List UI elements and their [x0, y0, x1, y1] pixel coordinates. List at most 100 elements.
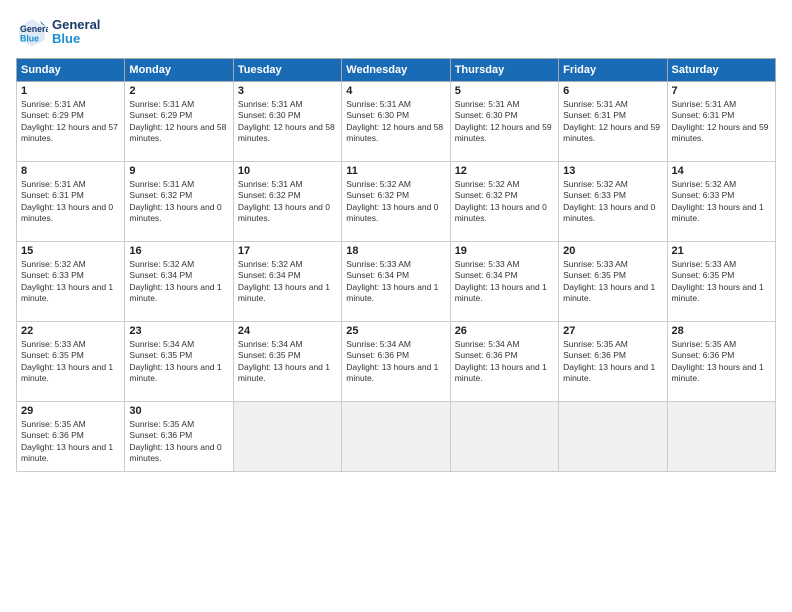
day-number: 14 — [672, 165, 771, 177]
day-info: Sunrise: 5:34 AMSunset: 6:35 PMDaylight:… — [238, 339, 337, 385]
svg-text:General: General — [20, 24, 48, 34]
day-info: Sunrise: 5:32 AMSunset: 6:34 PMDaylight:… — [129, 259, 228, 305]
calendar-cell: 23 Sunrise: 5:34 AMSunset: 6:35 PMDaylig… — [125, 322, 233, 402]
day-info: Sunrise: 5:32 AMSunset: 6:32 PMDaylight:… — [346, 179, 445, 225]
day-info: Sunrise: 5:31 AMSunset: 6:31 PMDaylight:… — [563, 99, 662, 145]
calendar-cell: 25 Sunrise: 5:34 AMSunset: 6:36 PMDaylig… — [342, 322, 450, 402]
day-number: 13 — [563, 165, 662, 177]
calendar-cell: 30 Sunrise: 5:35 AMSunset: 6:36 PMDaylig… — [125, 402, 233, 472]
calendar-cell: 22 Sunrise: 5:33 AMSunset: 6:35 PMDaylig… — [17, 322, 125, 402]
day-info: Sunrise: 5:33 AMSunset: 6:35 PMDaylight:… — [563, 259, 662, 305]
calendar-cell: 6 Sunrise: 5:31 AMSunset: 6:31 PMDayligh… — [559, 82, 667, 162]
day-number: 22 — [21, 325, 120, 337]
calendar-cell — [233, 402, 341, 472]
calendar-cell: 24 Sunrise: 5:34 AMSunset: 6:35 PMDaylig… — [233, 322, 341, 402]
calendar-cell: 26 Sunrise: 5:34 AMSunset: 6:36 PMDaylig… — [450, 322, 558, 402]
page: General Blue General Blue SundayMondayTu… — [0, 0, 792, 612]
day-number: 29 — [21, 405, 120, 417]
calendar-cell: 16 Sunrise: 5:32 AMSunset: 6:34 PMDaylig… — [125, 242, 233, 322]
day-info: Sunrise: 5:31 AMSunset: 6:32 PMDaylight:… — [238, 179, 337, 225]
day-number: 18 — [346, 245, 445, 257]
day-info: Sunrise: 5:31 AMSunset: 6:32 PMDaylight:… — [129, 179, 228, 225]
day-info: Sunrise: 5:34 AMSunset: 6:36 PMDaylight:… — [346, 339, 445, 385]
day-info: Sunrise: 5:32 AMSunset: 6:34 PMDaylight:… — [238, 259, 337, 305]
calendar-cell: 27 Sunrise: 5:35 AMSunset: 6:36 PMDaylig… — [559, 322, 667, 402]
day-number: 10 — [238, 165, 337, 177]
day-number: 11 — [346, 165, 445, 177]
calendar-cell: 10 Sunrise: 5:31 AMSunset: 6:32 PMDaylig… — [233, 162, 341, 242]
calendar-cell: 17 Sunrise: 5:32 AMSunset: 6:34 PMDaylig… — [233, 242, 341, 322]
calendar-cell: 13 Sunrise: 5:32 AMSunset: 6:33 PMDaylig… — [559, 162, 667, 242]
logo-line2: Blue — [52, 32, 100, 46]
logo: General Blue General Blue — [16, 16, 100, 48]
day-number: 4 — [346, 85, 445, 97]
day-info: Sunrise: 5:31 AMSunset: 6:30 PMDaylight:… — [238, 99, 337, 145]
calendar-cell: 20 Sunrise: 5:33 AMSunset: 6:35 PMDaylig… — [559, 242, 667, 322]
calendar-cell: 11 Sunrise: 5:32 AMSunset: 6:32 PMDaylig… — [342, 162, 450, 242]
calendar-header-wednesday: Wednesday — [342, 59, 450, 82]
day-number: 19 — [455, 245, 554, 257]
day-number: 21 — [672, 245, 771, 257]
day-info: Sunrise: 5:32 AMSunset: 6:33 PMDaylight:… — [21, 259, 120, 305]
calendar-header-saturday: Saturday — [667, 59, 775, 82]
day-number: 17 — [238, 245, 337, 257]
day-number: 9 — [129, 165, 228, 177]
day-info: Sunrise: 5:32 AMSunset: 6:33 PMDaylight:… — [672, 179, 771, 225]
calendar-cell: 5 Sunrise: 5:31 AMSunset: 6:30 PMDayligh… — [450, 82, 558, 162]
day-number: 23 — [129, 325, 228, 337]
calendar-cell: 21 Sunrise: 5:33 AMSunset: 6:35 PMDaylig… — [667, 242, 775, 322]
day-number: 1 — [21, 85, 120, 97]
calendar-header-sunday: Sunday — [17, 59, 125, 82]
calendar: SundayMondayTuesdayWednesdayThursdayFrid… — [16, 58, 776, 472]
calendar-cell: 2 Sunrise: 5:31 AMSunset: 6:29 PMDayligh… — [125, 82, 233, 162]
calendar-cell — [667, 402, 775, 472]
day-info: Sunrise: 5:31 AMSunset: 6:29 PMDaylight:… — [21, 99, 120, 145]
calendar-cell: 29 Sunrise: 5:35 AMSunset: 6:36 PMDaylig… — [17, 402, 125, 472]
calendar-cell — [559, 402, 667, 472]
day-info: Sunrise: 5:35 AMSunset: 6:36 PMDaylight:… — [563, 339, 662, 385]
calendar-cell: 18 Sunrise: 5:33 AMSunset: 6:34 PMDaylig… — [342, 242, 450, 322]
day-info: Sunrise: 5:32 AMSunset: 6:32 PMDaylight:… — [455, 179, 554, 225]
day-info: Sunrise: 5:34 AMSunset: 6:35 PMDaylight:… — [129, 339, 228, 385]
day-number: 26 — [455, 325, 554, 337]
day-info: Sunrise: 5:33 AMSunset: 6:34 PMDaylight:… — [346, 259, 445, 305]
day-info: Sunrise: 5:35 AMSunset: 6:36 PMDaylight:… — [21, 419, 120, 465]
calendar-header-tuesday: Tuesday — [233, 59, 341, 82]
calendar-cell: 3 Sunrise: 5:31 AMSunset: 6:30 PMDayligh… — [233, 82, 341, 162]
day-number: 8 — [21, 165, 120, 177]
day-info: Sunrise: 5:35 AMSunset: 6:36 PMDaylight:… — [129, 419, 228, 465]
day-info: Sunrise: 5:35 AMSunset: 6:36 PMDaylight:… — [672, 339, 771, 385]
calendar-cell: 8 Sunrise: 5:31 AMSunset: 6:31 PMDayligh… — [17, 162, 125, 242]
day-number: 16 — [129, 245, 228, 257]
day-info: Sunrise: 5:31 AMSunset: 6:30 PMDaylight:… — [455, 99, 554, 145]
calendar-cell: 15 Sunrise: 5:32 AMSunset: 6:33 PMDaylig… — [17, 242, 125, 322]
day-number: 30 — [129, 405, 228, 417]
calendar-cell: 9 Sunrise: 5:31 AMSunset: 6:32 PMDayligh… — [125, 162, 233, 242]
calendar-cell: 28 Sunrise: 5:35 AMSunset: 6:36 PMDaylig… — [667, 322, 775, 402]
calendar-cell: 7 Sunrise: 5:31 AMSunset: 6:31 PMDayligh… — [667, 82, 775, 162]
day-number: 2 — [129, 85, 228, 97]
day-number: 3 — [238, 85, 337, 97]
header: General Blue General Blue — [16, 16, 776, 48]
day-number: 15 — [21, 245, 120, 257]
day-number: 28 — [672, 325, 771, 337]
calendar-cell: 19 Sunrise: 5:33 AMSunset: 6:34 PMDaylig… — [450, 242, 558, 322]
day-info: Sunrise: 5:31 AMSunset: 6:31 PMDaylight:… — [21, 179, 120, 225]
calendar-header-row: SundayMondayTuesdayWednesdayThursdayFrid… — [17, 59, 776, 82]
day-number: 12 — [455, 165, 554, 177]
calendar-cell: 12 Sunrise: 5:32 AMSunset: 6:32 PMDaylig… — [450, 162, 558, 242]
day-number: 20 — [563, 245, 662, 257]
day-number: 6 — [563, 85, 662, 97]
day-info: Sunrise: 5:31 AMSunset: 6:31 PMDaylight:… — [672, 99, 771, 145]
calendar-header-thursday: Thursday — [450, 59, 558, 82]
day-number: 24 — [238, 325, 337, 337]
logo-icon: General Blue — [16, 16, 48, 48]
day-info: Sunrise: 5:34 AMSunset: 6:36 PMDaylight:… — [455, 339, 554, 385]
calendar-cell: 4 Sunrise: 5:31 AMSunset: 6:30 PMDayligh… — [342, 82, 450, 162]
calendar-cell: 14 Sunrise: 5:32 AMSunset: 6:33 PMDaylig… — [667, 162, 775, 242]
calendar-header-monday: Monday — [125, 59, 233, 82]
day-info: Sunrise: 5:33 AMSunset: 6:35 PMDaylight:… — [21, 339, 120, 385]
svg-text:Blue: Blue — [20, 34, 39, 44]
day-info: Sunrise: 5:33 AMSunset: 6:34 PMDaylight:… — [455, 259, 554, 305]
day-number: 25 — [346, 325, 445, 337]
